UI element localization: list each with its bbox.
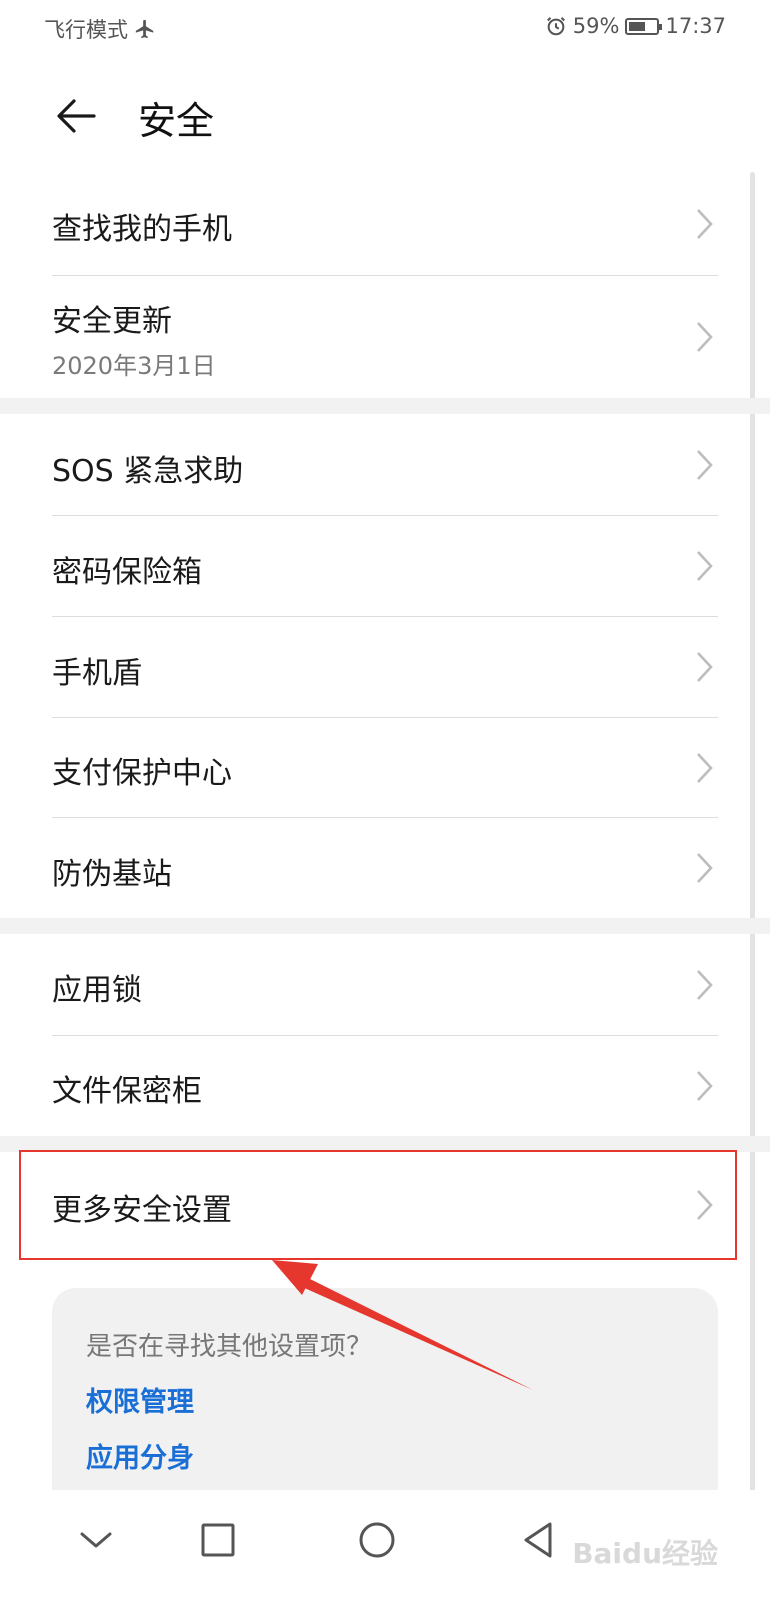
item-label: 防伪基站: [52, 857, 172, 892]
chevron-right-icon: [697, 853, 713, 883]
chevron-right-icon: [697, 652, 713, 682]
status-right: 59% 17:37: [545, 14, 726, 38]
chevron-right-icon: [697, 753, 713, 783]
nav-recents-icon[interactable]: [188, 1510, 248, 1570]
nav-home-icon[interactable]: [347, 1510, 407, 1570]
item-label: 支付保护中心: [52, 756, 232, 791]
list-item-app-lock[interactable]: 应用锁: [0, 934, 770, 1035]
list-item-file-safe[interactable]: 文件保密柜: [0, 1036, 770, 1136]
item-label: 文件保密柜: [52, 1074, 202, 1109]
item-label: SOS 紧急求助: [52, 454, 244, 489]
chevron-right-icon: [697, 450, 713, 480]
list-item-payment-protection[interactable]: 支付保护中心: [0, 718, 770, 817]
list-item-security-update[interactable]: 安全更新 2020年3月1日: [0, 276, 770, 398]
group-separator: [0, 398, 770, 414]
item-label: 应用锁: [52, 973, 142, 1008]
chevron-right-icon: [697, 1071, 713, 1101]
chevron-right-icon: [697, 322, 713, 352]
chevron-right-icon: [697, 970, 713, 1000]
suggestion-title: 是否在寻找其他设置项？: [86, 1332, 373, 1362]
suggestion-card: 是否在寻找其他设置项？ 权限管理 应用分身: [52, 1288, 718, 1518]
alarm-icon: [546, 17, 565, 36]
nav-collapse-icon[interactable]: [66, 1510, 126, 1570]
status-left: 飞行模式: [44, 14, 156, 44]
item-label: 安全更新: [52, 304, 172, 339]
airplane-mode-label: 飞行模式: [44, 18, 128, 42]
clock: 17:37: [665, 14, 726, 38]
item-label: 查找我的手机: [52, 212, 232, 247]
annotation-highlight-box: [19, 1150, 737, 1260]
watermark: Baidu经验: [572, 1537, 718, 1570]
status-bar: 飞行模式 59% 17:37: [0, 0, 770, 58]
nav-back-icon[interactable]: [508, 1510, 568, 1570]
group-separator: [0, 918, 770, 934]
chevron-right-icon: [697, 209, 713, 239]
battery-icon: [625, 17, 663, 35]
link-permission-management[interactable]: 权限管理: [86, 1380, 194, 1419]
link-app-twin[interactable]: 应用分身: [86, 1436, 194, 1475]
list-item-phone-shield[interactable]: 手机盾: [0, 617, 770, 717]
list-item-sos[interactable]: SOS 紧急求助: [0, 414, 770, 515]
back-arrow-icon[interactable]: [52, 92, 100, 140]
list-item-password-vault[interactable]: 密码保险箱: [0, 516, 770, 616]
header: 安全: [0, 82, 770, 154]
battery-fill: [629, 21, 645, 31]
list-item-find-my-phone[interactable]: 查找我的手机: [0, 172, 770, 275]
airplane-icon: [135, 19, 154, 39]
battery-percent: 59%: [572, 14, 620, 38]
page-title: 安全: [138, 99, 215, 143]
item-label: 手机盾: [52, 656, 142, 691]
list-item-fake-base-station[interactable]: 防伪基站: [0, 818, 770, 918]
chevron-right-icon: [697, 551, 713, 581]
item-subtitle: 2020年3月1日: [52, 352, 216, 380]
item-label: 密码保险箱: [52, 555, 202, 590]
